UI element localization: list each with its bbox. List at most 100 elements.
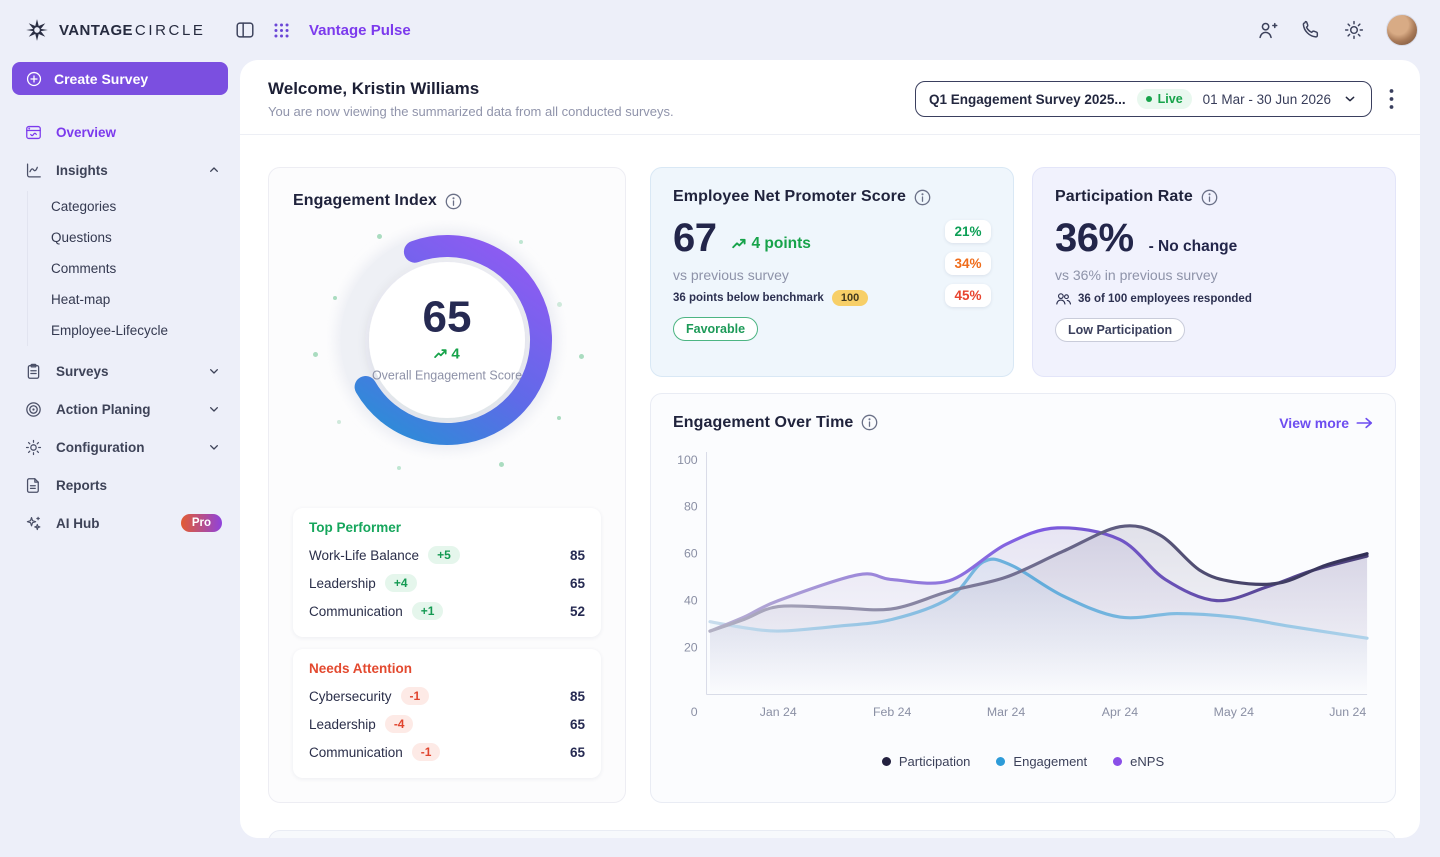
benchmark-value-badge: 100 (832, 290, 868, 306)
sidebar-item-label: Configuration (56, 440, 144, 455)
top-performer-card: Top Performer Work-Life Balance +5 85 Le… (293, 508, 601, 637)
subitem-label: Employee-Lifecycle (51, 323, 168, 338)
sidebar-subitem-heat-map[interactable]: Heat-map (28, 284, 240, 315)
sidebar-item-action-planing[interactable]: Action Planing (0, 390, 240, 428)
action-planning-icon (24, 400, 43, 419)
y-tick-label: 80 (684, 499, 698, 513)
sidebar-item-label: Action Planing (56, 402, 151, 417)
sidebar-item-overview[interactable]: Overview (0, 113, 240, 151)
live-status-badge: Live (1137, 89, 1192, 109)
sidebar-item-surveys[interactable]: Surveys (0, 352, 240, 390)
user-add-icon[interactable] (1256, 19, 1279, 42)
legend-item-engagement[interactable]: Engagement (996, 754, 1087, 769)
list-item: Leadership +4 65 (309, 569, 585, 597)
trending-up-icon (732, 237, 746, 251)
overview-icon (24, 123, 43, 142)
enps-breakdown: 21% 34% 45% (945, 220, 991, 341)
sidebar-item-insights[interactable]: Insights (0, 151, 240, 189)
chevron-down-icon[interactable] (206, 439, 222, 455)
live-status-label: Live (1158, 92, 1183, 106)
legend-dot-icon (882, 757, 891, 766)
app-name[interactable]: Vantage Pulse (309, 22, 411, 39)
subitem-label: Categories (51, 199, 116, 214)
sidebar-subitem-employee-lifecycle[interactable]: Employee-Lifecycle (28, 315, 240, 346)
sidebar-subitem-categories[interactable]: Categories (28, 191, 240, 222)
info-icon[interactable] (1201, 189, 1218, 206)
chevron-up-icon[interactable] (206, 162, 222, 178)
engagement-score: 65 (367, 296, 527, 340)
info-icon[interactable] (861, 414, 878, 431)
responded-label: 36 of 100 employees responded (1078, 293, 1252, 305)
page-subtitle: You are now viewing the summarized data … (268, 104, 674, 119)
avatar[interactable] (1386, 14, 1418, 46)
sidebar-subitem-questions[interactable]: Questions (28, 222, 240, 253)
apps-grid-icon[interactable] (272, 21, 291, 40)
legend-label: Engagement (1013, 754, 1087, 769)
x-tick-label: Feb 24 (873, 705, 911, 719)
engagement-score-delta: 4 (367, 346, 527, 363)
sidebar-item-reports[interactable]: Reports (0, 466, 240, 504)
info-icon[interactable] (445, 193, 462, 210)
main-panel: Welcome, Kristin Williams You are now vi… (240, 60, 1420, 838)
decorative-dot (519, 240, 523, 244)
info-icon[interactable] (914, 189, 931, 206)
decorative-dot (313, 352, 318, 357)
insights-icon (24, 161, 43, 180)
stat-cards-row: Employee Net Promoter Score 67 4 points (650, 167, 1396, 377)
list-item: Communication -1 65 (309, 738, 585, 766)
topbar-actions (1256, 14, 1418, 46)
pro-badge: Pro (181, 514, 222, 532)
vantage-circle-logo-icon (24, 17, 50, 43)
list-item: Cybersecurity -1 85 (309, 682, 585, 710)
dashboard-content: Engagement Index (240, 135, 1420, 838)
insights-subtree: Categories Questions Comments Heat-map E… (27, 191, 240, 346)
brand-name-bold: VANTAGE (59, 22, 133, 39)
survey-select[interactable]: Q1 Engagement Survey 2025... Live 01 Mar… (915, 81, 1372, 117)
participation-delta: - No change (1149, 238, 1238, 256)
create-survey-button[interactable]: Create Survey (12, 62, 228, 95)
benchmark-label: 36 points below benchmark (673, 292, 824, 304)
brand-name: VANTAGECIRCLE (59, 22, 206, 39)
page-title: Welcome, Kristin Williams (268, 79, 674, 99)
header-controls: Q1 Engagement Survey 2025... Live 01 Mar… (915, 81, 1394, 117)
sidebar-item-ai-hub[interactable]: AI Hub Pro (0, 504, 240, 542)
sidebar-item-label: Surveys (56, 364, 109, 379)
enps-delta: 4 points (732, 235, 811, 253)
passives-percent: 34% (945, 252, 991, 275)
metric-label: Leadership (309, 576, 376, 591)
sidebar-toggle-icon[interactable] (234, 19, 256, 41)
legend-item-enps[interactable]: eNPS (1113, 754, 1164, 769)
legend-label: Participation (899, 754, 971, 769)
enps-title: Employee Net Promoter Score (673, 188, 906, 206)
sidebar-subitem-comments[interactable]: Comments (28, 253, 240, 284)
metric-value: 65 (570, 745, 585, 760)
kebab-menu-icon[interactable] (1389, 88, 1394, 110)
topbar: VANTAGECIRCLE Vantage Pulse (0, 0, 1440, 60)
top-performer-title: Top Performer (309, 520, 585, 535)
participation-stats: 36% - No change vs 36% in previous surve… (1055, 218, 1373, 342)
people-icon (1055, 291, 1071, 307)
participation-score: 36% (1055, 218, 1134, 258)
metric-label: Cybersecurity (309, 689, 392, 704)
decorative-dot (499, 462, 504, 467)
delta-badge: -1 (412, 743, 441, 761)
chevron-down-icon[interactable] (206, 363, 222, 379)
trending-up-icon (434, 348, 447, 361)
sidebar-item-configuration[interactable]: Configuration (0, 428, 240, 466)
view-more-link[interactable]: View more (1279, 415, 1373, 431)
phone-icon[interactable] (1300, 19, 1322, 41)
engagement-index-title: Engagement Index (293, 192, 437, 210)
chevron-down-icon[interactable] (206, 401, 222, 417)
metric-value: 65 (570, 576, 585, 591)
settings-icon[interactable] (1343, 19, 1365, 41)
decorative-dot (557, 302, 562, 307)
main-header: Welcome, Kristin Williams You are now vi… (240, 60, 1420, 135)
decorative-dot (337, 420, 341, 424)
legend-item-participation[interactable]: Participation (882, 754, 971, 769)
create-survey-label: Create Survey (54, 71, 148, 87)
needs-attention-title: Needs Attention (309, 661, 585, 676)
welcome-block: Welcome, Kristin Williams You are now vi… (268, 79, 674, 119)
view-more-label: View more (1279, 415, 1349, 431)
delta-badge: -4 (385, 715, 414, 733)
metric-value: 85 (570, 689, 585, 704)
